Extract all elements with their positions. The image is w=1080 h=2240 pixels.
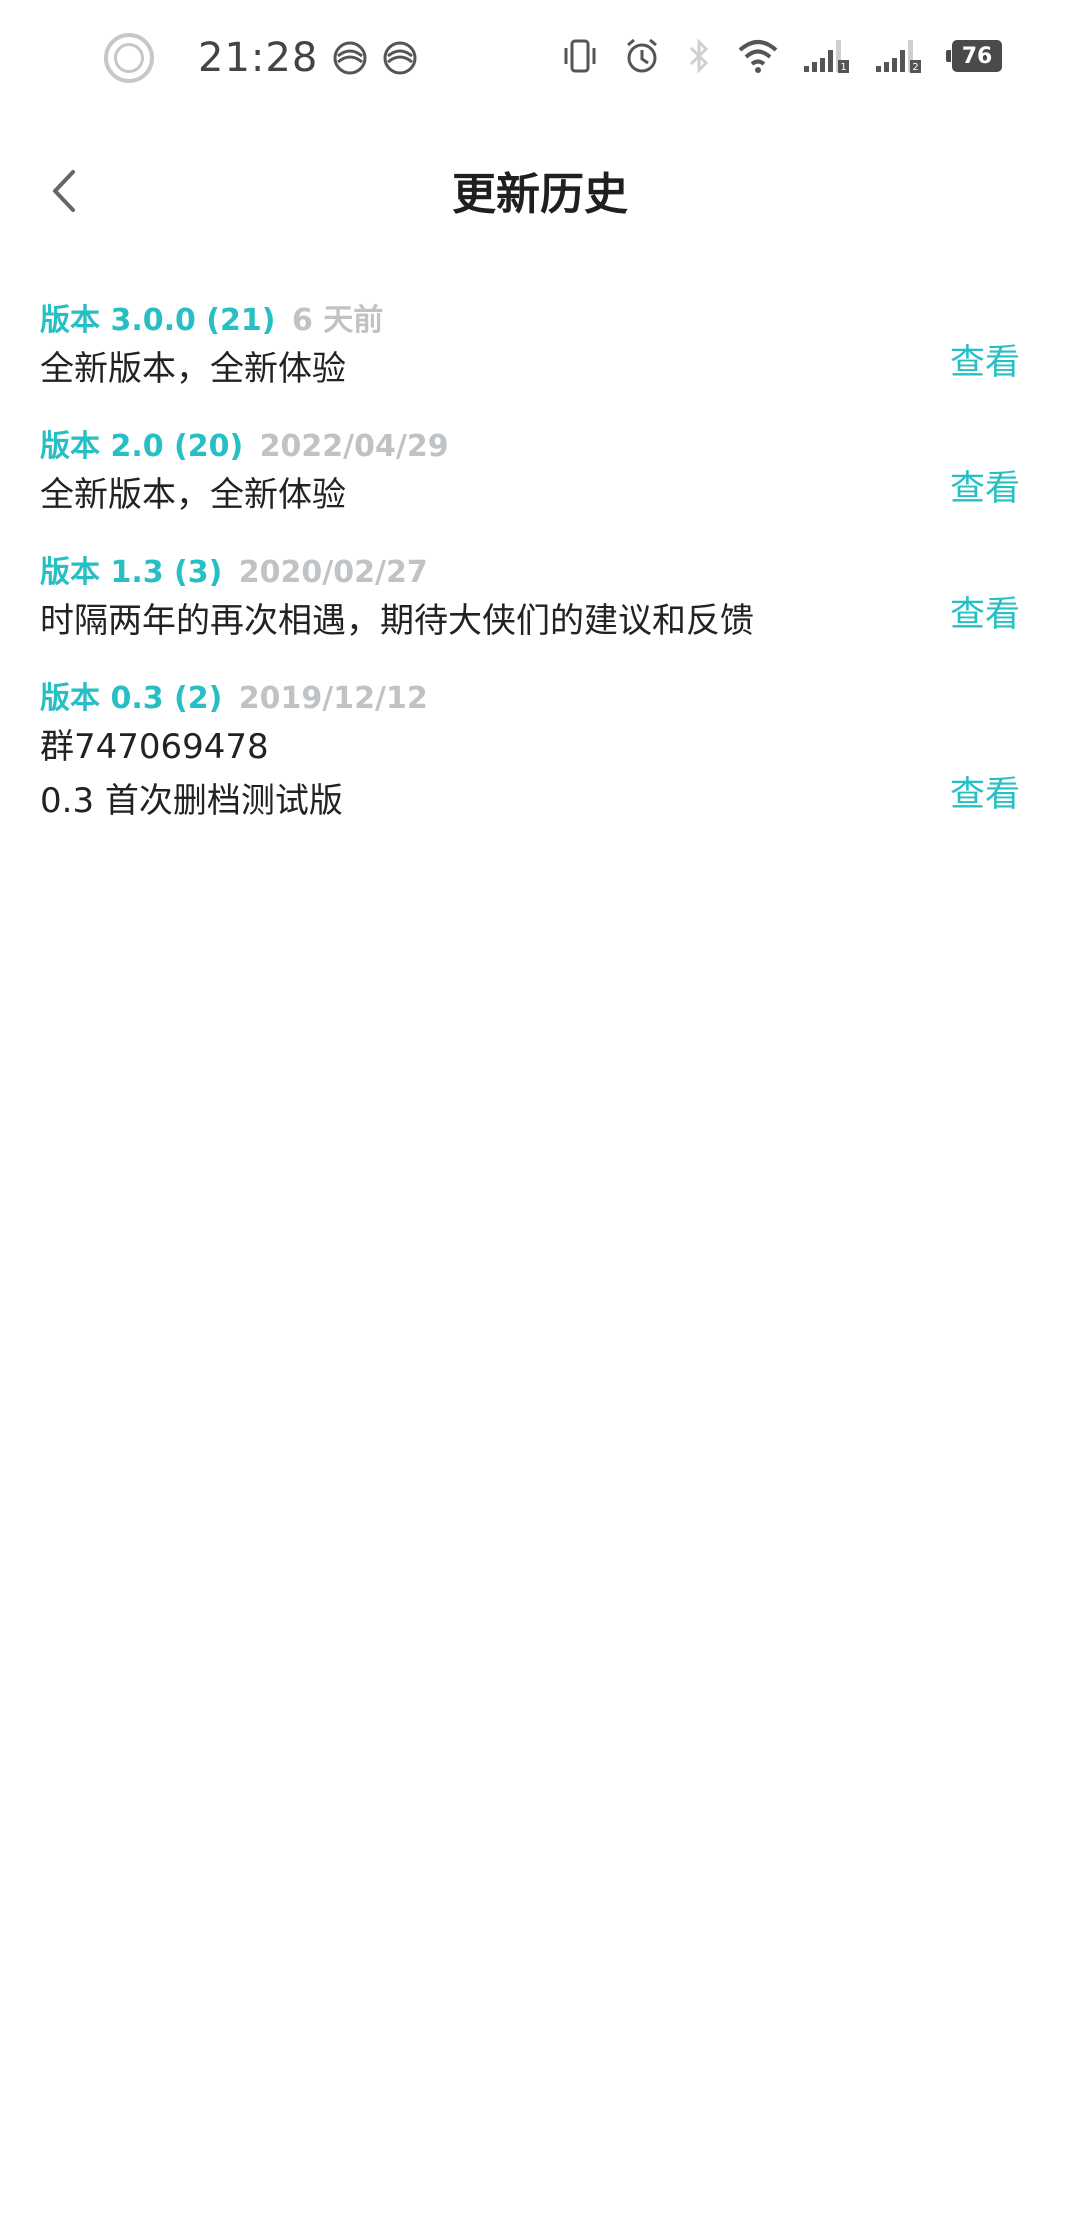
history-item: 版本 3.0.0 (21) 6 天前 全新版本，全新体验 查看 <box>0 300 1080 396</box>
page-title: 更新历史 <box>452 169 628 220</box>
version-label: 版本 1.3 (3) <box>40 555 223 590</box>
version-label: 版本 0.3 (2) <box>40 681 223 716</box>
version-description: 群747069478 <box>40 727 269 767</box>
svg-text:1: 1 <box>840 62 846 73</box>
view-button[interactable]: 查看 <box>950 462 1020 516</box>
version-date: 2022/04/29 <box>259 429 449 464</box>
version-label: 版本 2.0 (20) <box>40 429 244 464</box>
vibrate-icon <box>564 39 596 73</box>
version-meta: 版本 1.3 (3) 2020/02/27 <box>40 552 1040 594</box>
version-date: 2019/12/12 <box>238 681 428 716</box>
app-header: 更新历史 <box>0 130 1080 250</box>
version-label: 版本 3.0.0 (21) <box>40 303 276 338</box>
status-time: 21:28 <box>198 35 319 81</box>
record-ring-icon <box>104 33 154 83</box>
signal-sim2-icon: 2 <box>876 40 921 73</box>
carrier-logo-icon <box>383 41 417 75</box>
status-right: 1 2 76 <box>560 36 1002 76</box>
battery-level: 76 <box>961 43 993 69</box>
history-item: 版本 0.3 (2) 2019/12/12 群747069478 0.3 首次删… <box>0 678 1080 828</box>
version-meta: 版本 0.3 (2) 2019/12/12 <box>40 678 1040 720</box>
status-left: 21:28 <box>104 33 418 83</box>
version-description: 时隔两年的再次相遇，期待大侠们的建议和反馈 <box>40 601 754 641</box>
battery-icon: 76 <box>946 40 1002 72</box>
history-item: 版本 2.0 (20) 2022/04/29 全新版本，全新体验 查看 <box>0 426 1080 522</box>
bluetooth-icon <box>689 38 709 74</box>
signal-sim1-icon: 1 <box>804 40 849 73</box>
history-list: 版本 3.0.0 (21) 6 天前 全新版本，全新体验 查看 版本 2.0 (… <box>0 300 1080 858</box>
version-description: 0.3 首次删档测试版 <box>40 781 343 821</box>
version-meta: 版本 3.0.0 (21) 6 天前 <box>40 300 1040 342</box>
carrier-icons <box>332 40 418 76</box>
svg-text:2: 2 <box>912 62 918 73</box>
version-meta: 版本 2.0 (20) 2022/04/29 <box>40 426 1040 468</box>
history-item: 版本 1.3 (3) 2020/02/27 时隔两年的再次相遇，期待大侠们的建议… <box>0 552 1080 648</box>
view-button[interactable]: 查看 <box>950 588 1020 642</box>
carrier-logo-icon <box>333 41 367 75</box>
view-button[interactable]: 查看 <box>950 768 1020 822</box>
wifi-icon <box>738 40 778 73</box>
status-bar: 21:28 1 2 76 <box>0 0 1080 120</box>
version-date: 6 天前 <box>291 303 384 338</box>
version-description: 全新版本，全新体验 <box>40 475 346 515</box>
version-description: 全新版本，全新体验 <box>40 349 346 389</box>
version-date: 2020/02/27 <box>238 555 428 590</box>
alarm-icon <box>627 38 657 73</box>
view-button[interactable]: 查看 <box>950 336 1020 390</box>
